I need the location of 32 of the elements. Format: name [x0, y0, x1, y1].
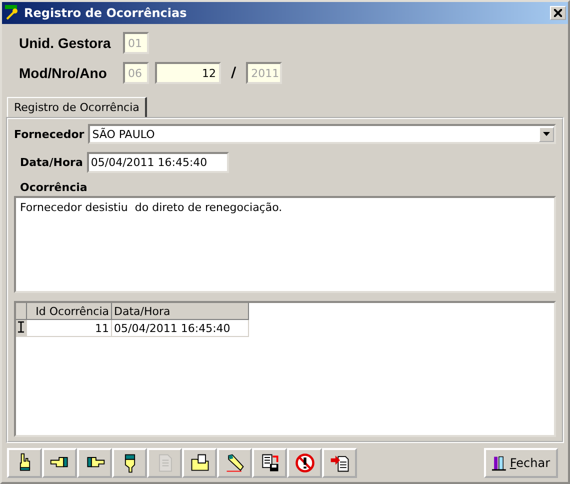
column-header[interactable]: Data/Hora	[112, 303, 248, 320]
input-field[interactable]: 12	[155, 62, 221, 84]
toolbar-button[interactable]	[7, 448, 42, 478]
window-title: Registro de Ocorrências	[24, 6, 188, 20]
toolbar-button[interactable]	[217, 448, 252, 478]
toolbar-button[interactable]	[252, 448, 287, 478]
field-label: Data/Hora	[20, 156, 83, 169]
separator: /	[230, 65, 238, 81]
field-label: Fornecedor	[14, 128, 84, 140]
field-label: Ocorrência	[19, 181, 88, 194]
prohibition-icon	[294, 452, 316, 474]
close-button[interactable]: Fechar	[484, 448, 558, 478]
field-label: Unid. Gestora	[18, 35, 112, 51]
dropdown-arrow-icon	[543, 132, 550, 136]
input-field[interactable]: 05/04/2011 16:45:40	[86, 152, 229, 173]
dropdown[interactable]: SÃO PAULO	[88, 124, 556, 144]
tab[interactable]: Registro de Ocorrência	[7, 97, 148, 117]
close-icon	[554, 9, 562, 17]
toolbar-button[interactable]	[42, 448, 77, 478]
text-area[interactable]: Fornecedor desistiu do direto de renegociação.	[14, 196, 556, 293]
toolbar-button[interactable]	[77, 448, 112, 478]
toolbar-button[interactable]	[287, 448, 322, 478]
wand-icon	[4, 5, 20, 21]
toolbar-button[interactable]	[182, 448, 217, 478]
table-cell: 11	[26, 320, 112, 336]
column-header[interactable]: Id Ocorrência	[26, 303, 112, 320]
table-cell: 05/04/2011 16:45:40	[112, 320, 248, 336]
close-button[interactable]	[550, 6, 566, 20]
folder-icon	[188, 452, 210, 474]
toolbar-button[interactable]	[112, 448, 147, 478]
field-label: Mod/Nro/Ano	[18, 65, 108, 81]
toolbar-button[interactable]	[322, 448, 357, 478]
